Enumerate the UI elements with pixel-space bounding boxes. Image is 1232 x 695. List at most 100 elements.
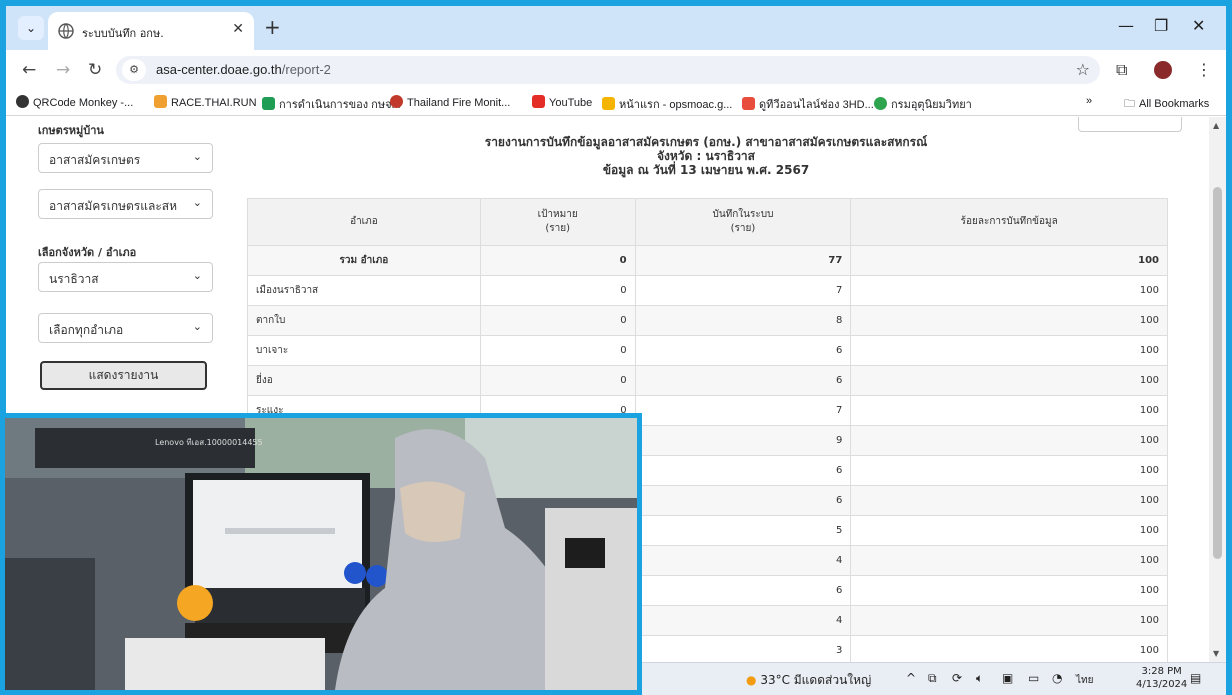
scroll-up-arrow-icon[interactable]: ▲ xyxy=(1213,121,1219,130)
bookmark-item[interactable]: การดำเนินการของ กษจ... xyxy=(262,95,401,113)
language-indicator[interactable]: ไทย xyxy=(1076,673,1093,688)
chevron-down-icon: ⌄ xyxy=(192,320,202,333)
report-header: รายงานการบันทึกข้อมูลอาสาสมัครเกษตร (อกษ… xyxy=(236,135,1176,177)
wifi-icon[interactable]: ◔ xyxy=(1052,671,1062,685)
window-close-icon[interactable]: ✕ xyxy=(1192,16,1205,36)
bookmark-item[interactable]: YouTube xyxy=(532,95,592,109)
bookmarks-overflow-icon[interactable]: » xyxy=(1086,95,1092,107)
table-cell: 100 xyxy=(850,425,1168,456)
page-scrollbar[interactable]: ▲ ▼ xyxy=(1209,117,1226,662)
table-cell: 100 xyxy=(850,395,1168,426)
tab-search-button[interactable]: ⌄ xyxy=(18,16,44,40)
monitor-label: Lenovo ทีเอส.10000014455 xyxy=(155,438,263,447)
table-cell: 0 xyxy=(479,275,636,306)
tray-overflow-icon[interactable]: ^ xyxy=(906,671,916,685)
table-cell: 100 xyxy=(850,275,1168,306)
table-cell: 0 xyxy=(479,365,636,396)
column-header: บันทึกในระบบ (ราย) xyxy=(634,198,852,246)
table-cell: 100 xyxy=(850,485,1168,516)
table-cell: 4 xyxy=(634,545,852,576)
sync-icon[interactable]: ⟳ xyxy=(952,671,962,685)
back-arrow-icon[interactable]: ← xyxy=(22,59,36,81)
province-select[interactable]: นราธิวาส ⌄ xyxy=(38,262,213,292)
bookmark-item[interactable]: กรมอุตุนิยมวิทยา xyxy=(874,95,972,113)
new-tab-button[interactable]: + xyxy=(264,16,281,38)
meet-icon[interactable]: ⧉ xyxy=(928,671,937,686)
table-cell: 3 xyxy=(634,635,852,662)
table-total-row: รวม อำเภอ 0 77 100 xyxy=(247,245,1168,276)
weather-widget[interactable]: ● 33°C มีแดดส่วนใหญ่ xyxy=(746,671,871,690)
table-cell: 100 xyxy=(850,545,1168,576)
inset-photo: Lenovo ทีเอส.10000014455 xyxy=(0,413,642,695)
minimize-icon[interactable]: — xyxy=(1118,16,1134,36)
table-cell: 6 xyxy=(634,485,852,516)
report-province: จังหวัด : นราธิวาส xyxy=(657,149,755,163)
restore-icon[interactable]: ❐ xyxy=(1154,16,1168,36)
bookmark-item[interactable]: QRCode Monkey -... xyxy=(16,95,133,109)
table-cell: 9 xyxy=(634,425,852,456)
column-header: อำเภอ xyxy=(247,198,481,246)
table-cell: 6 xyxy=(634,455,852,486)
province-district-label: เลือกจังหวัด / อำเภอ xyxy=(38,246,137,259)
sidebar-label-village: เกษตรหมู่บ้าน xyxy=(38,124,104,137)
active-tab[interactable]: ระบบบันทึก อกษ. ✕ xyxy=(48,12,254,50)
table-row: บาเจาะ 0 6 100 xyxy=(247,335,1168,366)
bookmark-item[interactable]: หน้าแรก - opsmoac.g... xyxy=(602,95,732,113)
table-row: ยี่งอ 0 6 100 xyxy=(247,365,1168,396)
report-title: รายงานการบันทึกข้อมูลอาสาสมัครเกษตร (อกษ… xyxy=(484,135,928,149)
close-tab-icon[interactable]: ✕ xyxy=(232,21,244,37)
reload-icon[interactable]: ↻ xyxy=(88,59,102,81)
bookmark-item[interactable]: ดูทีวีออนไลน์ช่อง 3HD... xyxy=(742,95,874,113)
table-cell: บาเจาะ xyxy=(247,335,481,366)
bookmark-item[interactable]: Thailand Fire Monit... xyxy=(390,95,510,109)
table-cell: 6 xyxy=(634,335,852,366)
system-clock[interactable]: 3:28 PM 4/13/2024 xyxy=(1136,665,1187,691)
table-cell: 100 xyxy=(850,245,1168,276)
site-info-icon[interactable]: ⚙ xyxy=(122,59,146,81)
notifications-icon[interactable]: ▤ xyxy=(1190,671,1201,685)
volume-icon[interactable]: 🔈︎ xyxy=(976,671,983,686)
menu-kebab-icon[interactable]: ⋮ xyxy=(1196,60,1212,80)
show-report-button[interactable]: แสดงรายงาน xyxy=(40,361,207,390)
office-photo-illustration xyxy=(5,418,637,690)
forward-arrow-icon[interactable]: → xyxy=(56,59,70,81)
all-bookmarks-folder[interactable]: 🗀 All Bookmarks xyxy=(1124,95,1209,114)
tab-title: ระบบบันทึก อกษ. xyxy=(82,27,164,40)
branch-select[interactable]: อาสาสมัครเกษตรและสห ⌄ xyxy=(38,189,213,219)
globe-icon xyxy=(58,23,74,39)
profile-avatar[interactable] xyxy=(1154,61,1172,79)
table-cell: ยี่งอ xyxy=(247,365,481,396)
table-cell: 100 xyxy=(850,365,1168,396)
table-row: เมืองนราธิวาส 0 7 100 xyxy=(247,275,1168,306)
table-cell: 6 xyxy=(634,575,852,606)
table-cell: รวม อำเภอ xyxy=(247,245,481,276)
district-select[interactable]: เลือกทุกอำเภอ ⌄ xyxy=(38,313,213,343)
scroll-down-arrow-icon[interactable]: ▼ xyxy=(1213,649,1219,658)
scrollbar-thumb[interactable] xyxy=(1213,187,1222,559)
table-cell: 7 xyxy=(634,275,852,306)
table-cell: 4 xyxy=(634,605,852,636)
column-header: เป้าหมาย (ราย) xyxy=(479,198,636,246)
table-cell: 7 xyxy=(634,395,852,426)
table-cell: 100 xyxy=(850,605,1168,636)
chevron-down-icon: ⌄ xyxy=(192,196,202,209)
display-icon[interactable]: ▣ xyxy=(1002,671,1013,685)
table-cell: 100 xyxy=(850,455,1168,486)
table-cell: 5 xyxy=(634,515,852,546)
export-control[interactable] xyxy=(1078,117,1182,132)
extensions-icon[interactable]: ⧉ xyxy=(1116,60,1127,80)
volunteer-type-select[interactable]: อาสาสมัครเกษตร ⌄ xyxy=(38,143,213,173)
table-cell: 0 xyxy=(479,335,636,366)
battery-icon[interactable]: ▭ xyxy=(1028,671,1039,685)
table-cell: 8 xyxy=(634,305,852,336)
url-text: asa-center.doae.go.th/report-2 xyxy=(156,62,331,77)
column-header: ร้อยละการบันทึกข้อมูล xyxy=(850,198,1168,246)
table-cell: 77 xyxy=(634,245,852,276)
bookmark-item[interactable]: RACE.THAI.RUN xyxy=(154,95,257,109)
bookmark-star-icon[interactable]: ☆ xyxy=(1076,60,1090,79)
address-bar[interactable]: ⚙ asa-center.doae.go.th/report-2 ☆ xyxy=(116,56,1100,84)
table-row: ตากใบ 0 8 100 xyxy=(247,305,1168,336)
chevron-down-icon: ⌄ xyxy=(192,150,202,163)
report-date: ข้อมูล ณ วันที่ 13 เมษายน พ.ศ. 2567 xyxy=(602,163,810,177)
table-cell: 0 xyxy=(479,245,636,276)
